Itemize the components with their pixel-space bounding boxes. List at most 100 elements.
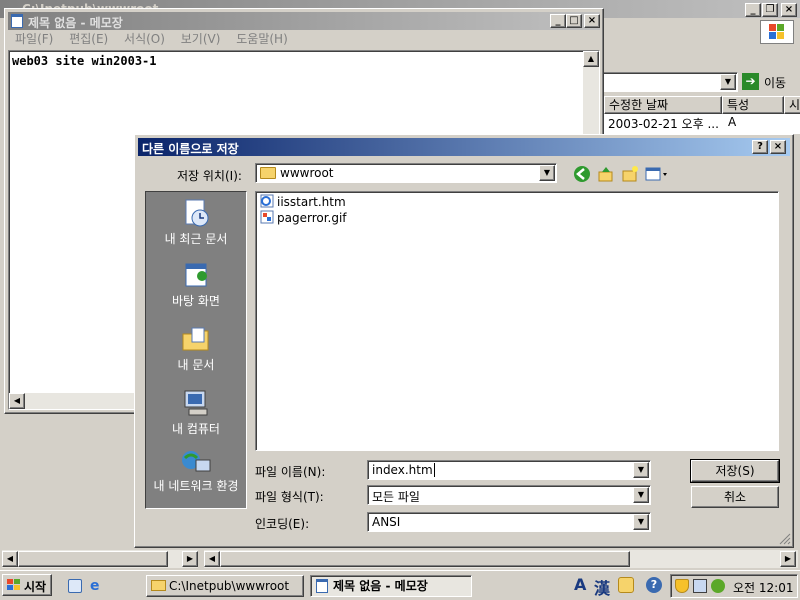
close-button[interactable]: × [781, 3, 797, 17]
ime-toolbar-icon[interactable] [618, 577, 634, 593]
new-folder-button[interactable] [621, 165, 639, 183]
desktop-icon [185, 263, 207, 287]
network-icon[interactable] [693, 579, 707, 593]
size-grip-icon[interactable] [779, 533, 791, 545]
encoding-value: ANSI [372, 515, 401, 529]
notepad-icon [11, 14, 23, 28]
my-computer-icon [184, 390, 208, 416]
help-button[interactable]: ? [752, 140, 768, 154]
scroll-right-icon[interactable]: ▶ [780, 551, 796, 567]
taskbar: 시작 e C:\Inetpub\wwwroot 제목 없음 - 메모장 A 漢 … [0, 570, 800, 600]
folder-icon [151, 580, 166, 591]
scroll-up-icon[interactable]: ▲ [583, 51, 599, 67]
place-my-documents-label: 내 문서 [177, 358, 215, 372]
place-recent-label: 내 최근 문서 [164, 232, 228, 246]
back-button[interactable] [573, 165, 591, 183]
up-folder-icon [598, 167, 613, 182]
ime-mode-a[interactable]: A [574, 575, 586, 594]
file-list[interactable]: iisstart.htm pagerror.gif [255, 191, 779, 451]
task-notepad-label: 제목 없음 - 메모장 [333, 579, 428, 593]
scroll-left-icon[interactable]: ◀ [204, 551, 220, 567]
file-name: pagerror.gif [277, 211, 347, 225]
menu-edit[interactable]: 편집(E) [63, 29, 114, 49]
place-network[interactable]: 내 네트워크 환경 [146, 448, 246, 493]
clock[interactable]: 오전 12:01 [733, 579, 793, 596]
start-button[interactable]: 시작 [2, 574, 52, 596]
chevron-down-icon[interactable]: ▼ [720, 74, 736, 90]
html-file-icon [260, 194, 274, 208]
save-in-label: 저장 위치(I): [177, 169, 242, 183]
windows-flag-icon [7, 579, 20, 590]
close-button[interactable]: × [584, 14, 600, 28]
internet-explorer-icon[interactable]: e [90, 578, 106, 594]
scroll-thumb[interactable] [18, 551, 168, 567]
menu-help[interactable]: 도움말(H) [230, 29, 294, 49]
filetype-value: 모든 파일 [372, 490, 420, 504]
up-folder-button[interactable] [597, 165, 615, 183]
view-menu-icon [645, 167, 667, 181]
save-in-combo[interactable]: wwwroot ▼ [255, 163, 557, 183]
column-header-row: 수정한 날짜 특성 시 [604, 96, 800, 114]
minimize-button[interactable]: _ [745, 3, 761, 17]
scroll-right-icon[interactable]: ▶ [182, 551, 198, 567]
maximize-button[interactable]: □ [566, 14, 582, 28]
ime-mode-han[interactable]: 漢 [594, 575, 610, 599]
chevron-down-icon[interactable]: ▼ [633, 514, 649, 530]
column-header-date[interactable]: 수정한 날짜 [604, 96, 722, 114]
notepad-titlebar[interactable]: 제목 없음 - 메모장 _ □ × [8, 12, 600, 30]
recent-documents-icon [185, 199, 209, 227]
filename-value[interactable]: index.htm [372, 463, 435, 477]
address-combo[interactable]: ▼ [600, 72, 738, 92]
security-shield-icon[interactable] [675, 579, 689, 593]
column-header-extra[interactable]: 시 [784, 96, 800, 114]
task-notepad[interactable]: 제목 없음 - 메모장 [310, 575, 472, 597]
explorer-right-scrollbar[interactable]: ◀ ▶ [204, 550, 798, 568]
volume-icon[interactable] [711, 579, 725, 593]
go-button[interactable]: ➔ 이동 [740, 72, 796, 92]
notepad-icon [316, 579, 328, 593]
encoding-combo[interactable]: ANSI ▼ [367, 512, 651, 532]
filename-combo[interactable]: index.htm ▼ [367, 460, 651, 480]
place-recent[interactable]: 내 최근 문서 [146, 198, 246, 247]
file-name: iisstart.htm [277, 195, 346, 209]
show-desktop-icon[interactable] [68, 579, 82, 593]
row-date: 2003-02-21 오후 ... [608, 117, 719, 131]
scroll-thumb[interactable] [220, 551, 630, 567]
menu-view[interactable]: 보기(V) [175, 29, 227, 49]
chevron-down-icon[interactable]: ▼ [633, 462, 649, 478]
place-my-computer[interactable]: 내 컴퓨터 [146, 388, 246, 437]
close-button[interactable]: × [770, 140, 786, 154]
network-places-icon [182, 451, 211, 472]
place-my-documents[interactable]: 내 문서 [146, 324, 246, 373]
explorer-list: 2003-02-21 오후 ... A [604, 114, 800, 134]
restore-button[interactable]: ❐ [762, 3, 778, 17]
save-button[interactable]: 저장(S) [690, 459, 780, 483]
cancel-button[interactable]: 취소 [691, 486, 779, 508]
dialog-titlebar[interactable]: 다른 이름으로 저장 ? × [138, 138, 790, 156]
help-icon[interactable]: ? [646, 577, 662, 593]
back-arrow-icon [574, 166, 590, 182]
menu-file[interactable]: 파일(F) [9, 29, 59, 49]
filetype-combo[interactable]: 모든 파일 ▼ [367, 485, 651, 505]
folder-icon [260, 167, 276, 179]
go-label: 이동 [764, 76, 787, 90]
task-explorer[interactable]: C:\Inetpub\wwwroot [146, 575, 304, 597]
windows-logo-icon [760, 20, 794, 44]
place-desktop-label: 바탕 화면 [172, 294, 220, 308]
notepad-menubar: 파일(F) 편집(E) 서식(O) 보기(V) 도움말(H) [9, 29, 294, 49]
chevron-down-icon[interactable]: ▼ [633, 487, 649, 503]
encoding-label: 인코딩(E): [255, 517, 310, 531]
column-header-attr[interactable]: 특성 [722, 96, 784, 114]
view-menu-button[interactable] [645, 165, 669, 183]
go-arrow-icon: ➔ [742, 73, 759, 90]
explorer-left-scrollbar[interactable]: ◀ ▶ [2, 550, 198, 568]
scroll-left-icon[interactable]: ◀ [2, 551, 18, 567]
place-desktop[interactable]: 바탕 화면 [146, 260, 246, 309]
file-item-pagerror[interactable]: pagerror.gif [260, 210, 347, 226]
row-attr: A [728, 115, 737, 129]
minimize-button[interactable]: _ [550, 14, 566, 28]
scroll-left-icon[interactable]: ◀ [9, 393, 25, 409]
file-item-iisstart[interactable]: iisstart.htm [260, 194, 346, 210]
menu-format[interactable]: 서식(O) [118, 29, 171, 49]
chevron-down-icon[interactable]: ▼ [539, 165, 555, 181]
